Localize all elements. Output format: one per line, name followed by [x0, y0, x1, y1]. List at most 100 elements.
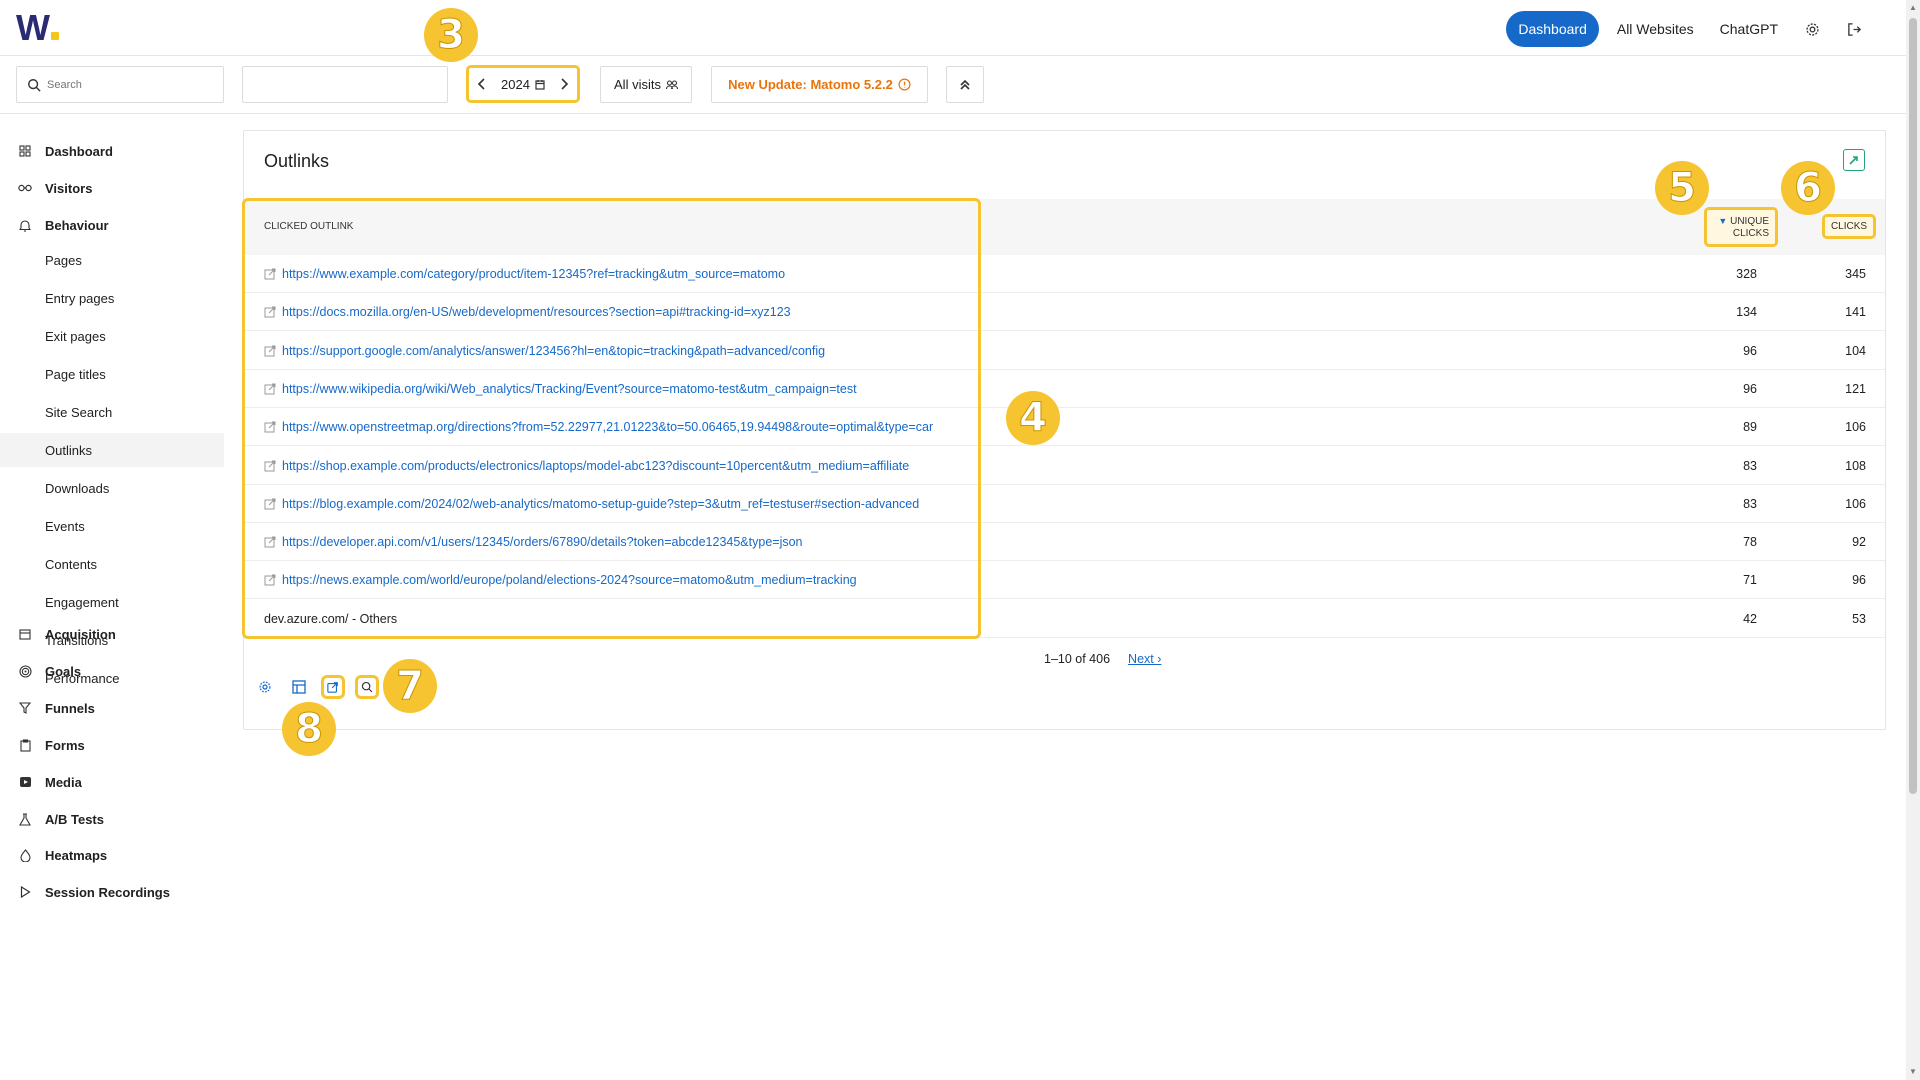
logo-text: W [16, 7, 50, 48]
gear-icon[interactable] [1796, 11, 1828, 47]
update-notice-button[interactable]: New Update: Matomo 5.2.2 [711, 66, 928, 103]
outlink-url[interactable]: https://blog.example.com/2024/02/web-ana… [282, 497, 919, 511]
sidebar-subitem-exit-pages[interactable]: Exit pages [0, 319, 224, 353]
update-label: New Update: Matomo 5.2.2 [728, 77, 893, 92]
settings-cog-icon[interactable] [253, 675, 277, 699]
sidebar-item-forms[interactable]: Forms [0, 726, 224, 764]
external-link-icon [264, 460, 276, 471]
table-row[interactable]: https://www.openstreetmap.org/directions… [244, 408, 1885, 447]
export-icon[interactable] [321, 675, 345, 699]
outlink-url[interactable]: https://news.example.com/world/europe/po… [282, 573, 857, 587]
sidebar-label: Dashboard [45, 143, 113, 159]
sidebar-subitem-pages[interactable]: Pages [0, 243, 224, 277]
sidebar-subitem-outlinks[interactable]: Outlinks [0, 433, 224, 467]
outlink-url[interactable]: https://developer.api.com/v1/users/12345… [282, 535, 803, 549]
media-icon [18, 775, 32, 789]
table-header: CLICKED OUTLINK ▼ UNIQUE CLICKS CLICKS [244, 199, 1885, 255]
sidebar-subitem-site-search[interactable]: Site Search [0, 395, 224, 429]
site-selector[interactable] [242, 66, 448, 103]
sidebar-subitem-events[interactable]: Events [0, 509, 224, 543]
unique-clicks-value: 89 [1743, 420, 1757, 435]
logout-icon[interactable] [1838, 11, 1870, 47]
outlink-url[interactable]: https://shop.example.com/products/electr… [282, 459, 909, 473]
play-icon [18, 885, 32, 899]
marker-6: 6 [1781, 161, 1835, 215]
outlink-url[interactable]: https://docs.mozilla.org/en-US/web/devel… [282, 305, 791, 319]
unique-clicks-value: 83 [1743, 458, 1757, 473]
sidebar-label: Behaviour [45, 217, 109, 233]
next-page-link[interactable]: Next › [1128, 652, 1161, 666]
unique-clicks-line1: UNIQUE [1730, 216, 1769, 227]
scroll-up-icon[interactable]: ▲ [1909, 3, 1917, 13]
visualization-table-icon[interactable] [287, 675, 311, 699]
column-clicked-outlink[interactable]: CLICKED OUTLINK [264, 221, 353, 232]
column-unique-clicks[interactable]: ▼ UNIQUE CLICKS [1704, 207, 1778, 247]
sidebar-item-a-b-tests[interactable]: A/B Tests [0, 800, 224, 838]
flame-icon [18, 848, 32, 862]
logo[interactable]: W [16, 7, 59, 48]
sidebar-item-session-recordings[interactable]: Session Recordings [0, 873, 224, 911]
sidebar-label: Funnels [45, 700, 95, 716]
sidebar-subitem-performance[interactable]: Performance [0, 661, 224, 695]
scrollbar-thumb[interactable] [1909, 18, 1917, 794]
sidebar-item-media[interactable]: Media [0, 763, 224, 801]
flask-icon [18, 812, 32, 826]
widget-footer [253, 675, 379, 699]
period-value: 2024 [501, 76, 530, 92]
search-box[interactable] [16, 66, 224, 103]
clicks-value: 108 [1845, 458, 1866, 473]
nav-dashboard-button[interactable]: Dashboard [1506, 11, 1599, 47]
row-label-cell: dev.azure.com/ - Others [264, 612, 397, 626]
double-chevron-up-icon [960, 79, 970, 90]
table-row[interactable]: https://www.example.com/category/product… [244, 255, 1885, 293]
sidebar-label: Session Recordings [45, 884, 170, 900]
sidebar-subitem-downloads[interactable]: Downloads [0, 471, 224, 505]
sidebar-subitem-contents[interactable]: Contents [0, 547, 224, 581]
scroll-down-icon[interactable]: ▼ [1909, 1067, 1917, 1077]
sidebar-subitem-entry-pages[interactable]: Entry pages [0, 281, 224, 315]
glasses-icon [18, 181, 32, 195]
sidebar-subitem-transitions[interactable]: Transitions [0, 623, 224, 657]
widget-export-icon[interactable] [1843, 149, 1865, 171]
table-row[interactable]: https://shop.example.com/products/electr… [244, 447, 1885, 485]
sidebar-subitem-page-titles[interactable]: Page titles [0, 357, 224, 391]
sidebar-item-dashboard[interactable]: Dashboard [0, 132, 224, 170]
search-table-icon[interactable] [355, 675, 379, 699]
unique-clicks-value: 71 [1743, 573, 1757, 588]
sidebar-item-behaviour[interactable]: Behaviour [0, 206, 224, 244]
outlink-group-label[interactable]: dev.azure.com/ - Others [264, 612, 397, 626]
sidebar-subitem-engagement[interactable]: Engagement [0, 585, 224, 619]
outlink-url[interactable]: https://support.google.com/analytics/ans… [282, 344, 825, 358]
external-link-icon [264, 345, 276, 357]
table-row[interactable]: https://developer.api.com/v1/users/12345… [244, 523, 1885, 562]
clicks-value: 121 [1845, 381, 1866, 396]
table-row[interactable]: https://blog.example.com/2024/02/web-ana… [244, 485, 1885, 523]
period-selector[interactable]: 2024 [466, 65, 580, 103]
clipboard-icon [18, 738, 32, 752]
unique-clicks-value: 78 [1743, 535, 1757, 550]
table-row[interactable]: https://support.google.com/analytics/ans… [244, 332, 1885, 370]
sidebar-item-heatmaps[interactable]: Heatmaps [0, 836, 224, 874]
segment-selector[interactable]: All visits [600, 66, 692, 103]
table-row[interactable]: dev.azure.com/ - Others 42 53 [244, 600, 1885, 638]
widget-title: Outlinks [264, 151, 330, 171]
outlink-url[interactable]: https://www.openstreetmap.org/directions… [282, 420, 933, 434]
collapse-toolbar-button[interactable] [946, 66, 984, 103]
table-row[interactable]: https://news.example.com/world/europe/po… [244, 561, 1885, 600]
sidebar-label: A/B Tests [45, 811, 104, 827]
info-icon [898, 78, 911, 91]
nav-chatgpt-link[interactable]: ChatGPT [1712, 11, 1786, 47]
outlink-url[interactable]: https://www.wikipedia.org/wiki/Web_analy… [282, 382, 857, 396]
bell-icon [18, 218, 32, 232]
table-row[interactable]: https://docs.mozilla.org/en-US/web/devel… [244, 293, 1885, 332]
page-scrollbar[interactable]: ▲ ▼ [1906, 0, 1920, 1080]
chevron-left-icon[interactable] [477, 78, 487, 90]
row-label-cell: https://www.example.com/category/product… [264, 267, 785, 281]
outlink-url[interactable]: https://www.example.com/category/product… [282, 267, 785, 281]
search-input[interactable] [47, 78, 207, 91]
nav-all-websites-link[interactable]: All Websites [1609, 11, 1702, 47]
column-clicks[interactable]: CLICKS [1822, 214, 1876, 239]
table-row[interactable]: https://www.wikipedia.org/wiki/Web_analy… [244, 370, 1885, 408]
sidebar-item-visitors[interactable]: Visitors [0, 169, 224, 207]
chevron-right-icon[interactable] [559, 78, 569, 90]
